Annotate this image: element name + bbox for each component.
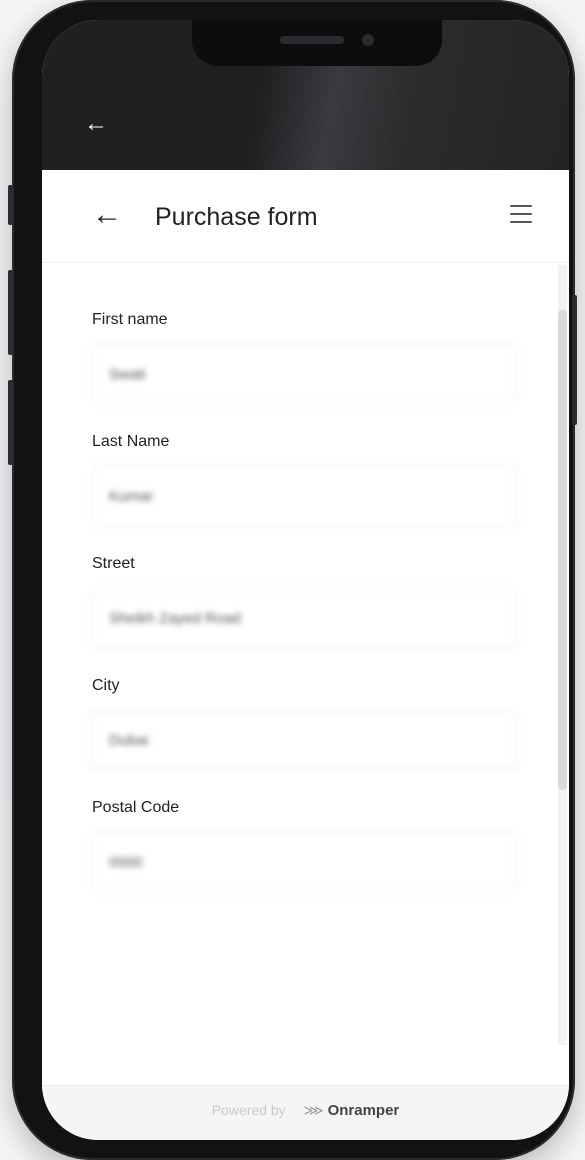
side-button bbox=[572, 295, 577, 425]
camera bbox=[362, 34, 374, 46]
purchase-form: First name Last Name Street City Postal … bbox=[92, 310, 518, 920]
street-label: Street bbox=[92, 555, 135, 572]
first-name-label: First name bbox=[92, 311, 168, 328]
status-bar: ← bbox=[42, 20, 569, 170]
postal-code-field: Postal Code bbox=[92, 798, 518, 920]
back-arrow-icon[interactable]: ← bbox=[92, 200, 122, 230]
brand-name[interactable]: Onramper bbox=[328, 1102, 400, 1119]
last-name-label: Last Name bbox=[92, 433, 170, 450]
arrow-left-icon[interactable]: ← bbox=[84, 112, 108, 136]
first-name-field: First name bbox=[92, 310, 518, 432]
page-title: Purchase form bbox=[155, 203, 318, 231]
powered-by-line: Powered by ⋙ Onramper bbox=[42, 1102, 569, 1119]
street-input[interactable] bbox=[92, 588, 516, 648]
phone-screen: ← ← Purchase form First name Last Name S… bbox=[42, 20, 569, 1140]
side-button bbox=[8, 270, 13, 355]
hamburger-menu-icon[interactable] bbox=[510, 205, 532, 223]
scrollbar-thumb[interactable] bbox=[558, 310, 567, 790]
phone-frame: ← ← Purchase form First name Last Name S… bbox=[8, 0, 577, 1160]
powered-by-text: Powered by bbox=[211, 1102, 286, 1118]
side-button bbox=[8, 380, 13, 465]
city-label: City bbox=[92, 677, 120, 694]
app-header: ← Purchase form bbox=[42, 170, 569, 263]
city-input[interactable] bbox=[92, 710, 516, 770]
speaker bbox=[280, 36, 344, 44]
onramper-logo-icon: ⋙ bbox=[303, 1102, 324, 1118]
postal-code-label: Postal Code bbox=[92, 799, 180, 816]
side-button bbox=[8, 185, 13, 225]
first-name-input[interactable] bbox=[92, 344, 516, 404]
last-name-field: Last Name bbox=[92, 432, 518, 554]
footer: Powered by ⋙ Onramper bbox=[42, 1085, 569, 1140]
city-field: City bbox=[92, 676, 518, 798]
last-name-input[interactable] bbox=[92, 466, 516, 526]
street-field: Street bbox=[92, 554, 518, 676]
postal-code-input[interactable] bbox=[92, 832, 516, 892]
